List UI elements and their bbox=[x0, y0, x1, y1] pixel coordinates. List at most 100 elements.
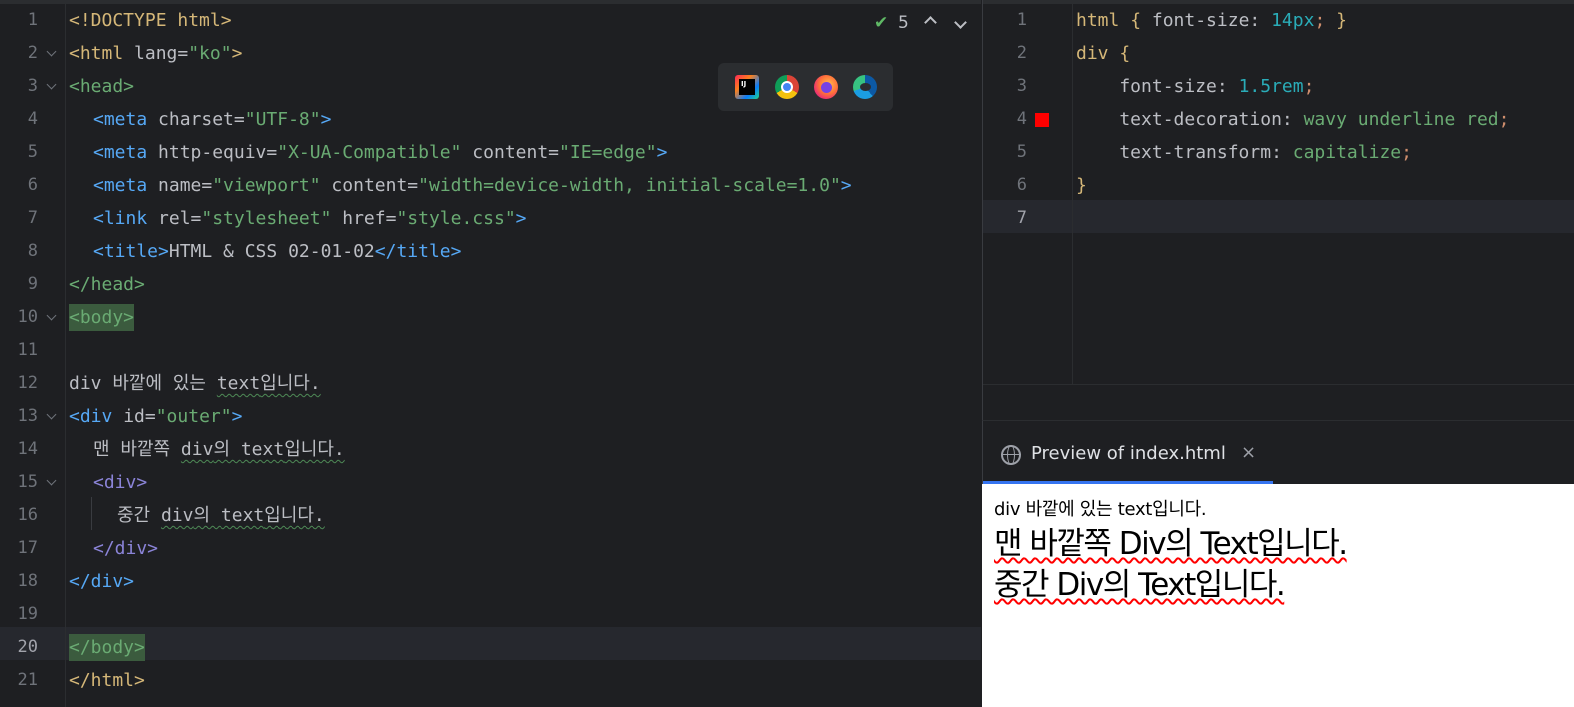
edge-icon[interactable] bbox=[853, 75, 877, 99]
code-text: <title>HTML & CSS 02-01-02</title> bbox=[93, 241, 462, 262]
line-number: 20 bbox=[17, 637, 38, 657]
code-text: font-size: 1.5rem; bbox=[1076, 76, 1315, 97]
line-number: 1 bbox=[27, 10, 38, 30]
code-text: text-transform: capitalize; bbox=[1076, 142, 1412, 163]
globe-icon bbox=[1001, 445, 1021, 465]
code-line[interactable]: 14 맨 바깥쪽 div의 text입니다. bbox=[0, 433, 981, 466]
code-text: <meta http-equiv="X-UA-Compatible" conte… bbox=[93, 142, 668, 163]
fold-chevron-icon[interactable] bbox=[47, 49, 56, 58]
line-number: 3 bbox=[1016, 76, 1027, 96]
line-number: 10 bbox=[17, 307, 38, 327]
line-number: 18 bbox=[17, 571, 38, 591]
chevron-up-icon bbox=[924, 16, 937, 29]
line-number: 11 bbox=[17, 340, 38, 360]
code-line[interactable]: 3 font-size: 1.5rem; bbox=[983, 70, 1574, 103]
outside-text: div 바깥에 있는 text입니다. bbox=[994, 499, 1207, 520]
css-editor[interactable]: 1 html { font-size: 14px; } 2 div { 3 fo… bbox=[982, 0, 1574, 420]
inspection-count: 5 bbox=[898, 13, 909, 33]
line-number: 13 bbox=[17, 406, 38, 426]
preview-tab-bar: Preview of index.html × bbox=[982, 420, 1574, 485]
code-text: <link rel="stylesheet" href="style.css"> bbox=[93, 208, 527, 229]
code-line[interactable]: 12 div 바깥에 있는 text입니다. bbox=[0, 367, 981, 400]
code-text: </html> bbox=[69, 670, 145, 691]
code-text: <div id="outer"> bbox=[69, 406, 243, 427]
line-number: 17 bbox=[17, 538, 38, 558]
next-problem-button[interactable] bbox=[954, 12, 967, 31]
intellij-icon[interactable]: IJ bbox=[735, 75, 759, 99]
chevron-down-icon bbox=[954, 16, 967, 29]
line-number: 19 bbox=[17, 604, 38, 624]
firefox-icon[interactable] bbox=[814, 75, 838, 99]
previous-problem-button[interactable] bbox=[924, 12, 937, 31]
line-number: 1 bbox=[1016, 10, 1027, 30]
tab-preview[interactable]: Preview of index.html × bbox=[983, 421, 1273, 485]
code-line[interactable]: 1 <!DOCTYPE html> bbox=[0, 4, 981, 37]
code-text: <meta name="viewport" content="width=dev… bbox=[93, 175, 852, 196]
line-number: 5 bbox=[1016, 142, 1027, 162]
code-text: html { font-size: 14px; } bbox=[1076, 10, 1347, 31]
code-text: <div> bbox=[93, 472, 148, 493]
code-line[interactable]: 20 </body> bbox=[0, 631, 981, 664]
code-text: </div> bbox=[69, 571, 135, 592]
code-text: </head> bbox=[69, 274, 145, 295]
code-line[interactable]: 15 <div> bbox=[0, 466, 981, 499]
code-line[interactable]: 5 <meta http-equiv="X-UA-Compatible" con… bbox=[0, 136, 981, 169]
fold-chevron-icon[interactable] bbox=[47, 313, 56, 322]
line-number: 21 bbox=[17, 670, 38, 690]
code-line[interactable]: 8 <title>HTML & CSS 02-01-02</title> bbox=[0, 235, 981, 268]
line-number: 4 bbox=[1016, 109, 1027, 129]
code-line[interactable]: 7 bbox=[983, 202, 1574, 235]
code-line[interactable]: 10 <body> bbox=[0, 301, 981, 334]
color-swatch-icon[interactable] bbox=[1035, 113, 1049, 127]
close-icon[interactable]: × bbox=[1241, 442, 1256, 463]
preview-page: div 바깥에 있는 text입니다. 맨 바깥쪽 Div의 Text입니다. … bbox=[982, 484, 1574, 707]
html-editor[interactable]: 1 <!DOCTYPE html> 2 <html lang="ko"> 3 <… bbox=[0, 0, 981, 707]
fold-chevron-icon[interactable] bbox=[47, 478, 56, 487]
outer-div-text: 맨 바깥쪽 Div의 Text입니다. bbox=[994, 526, 1348, 562]
code-line[interactable]: 4 text-decoration: wavy underline red; bbox=[983, 103, 1574, 136]
fold-chevron-icon[interactable] bbox=[47, 412, 56, 421]
code-text: </div> bbox=[93, 538, 159, 559]
code-line[interactable]: 11 bbox=[0, 334, 981, 367]
code-text: <html lang="ko"> bbox=[69, 43, 243, 64]
line-number: 8 bbox=[27, 241, 38, 261]
code-line[interactable]: 1 html { font-size: 14px; } bbox=[983, 4, 1574, 37]
code-line[interactable]: 18 </div> bbox=[0, 565, 981, 598]
line-number: 7 bbox=[1016, 208, 1027, 228]
code-text: </body> bbox=[69, 631, 145, 664]
code-text: <meta charset="UTF-8"> bbox=[93, 109, 332, 130]
code-line[interactable]: 5 text-transform: capitalize; bbox=[983, 136, 1574, 169]
code-line[interactable]: 16 중간 div의 text입니다. bbox=[0, 499, 981, 532]
line-number: 15 bbox=[17, 472, 38, 492]
code-line[interactable]: 6 <meta name="viewport" content="width=d… bbox=[0, 169, 981, 202]
code-line[interactable]: 9 </head> bbox=[0, 268, 981, 301]
tab-label: Preview of index.html bbox=[1031, 443, 1226, 464]
code-text: <body> bbox=[69, 301, 135, 334]
inspection-widget[interactable]: ✔ 5 bbox=[872, 10, 982, 36]
code-line[interactable]: 2 div { bbox=[983, 37, 1574, 70]
matched-tag-highlight: </body> bbox=[69, 634, 145, 661]
code-text: text-decoration: wavy underline red; bbox=[1076, 109, 1510, 130]
code-text: <!DOCTYPE html> bbox=[69, 10, 232, 31]
code-text: div { bbox=[1076, 43, 1131, 64]
code-line[interactable]: 17 </div> bbox=[0, 532, 981, 565]
middle-div-text: 중간 Div의 Text입니다. bbox=[994, 567, 1286, 603]
code-text: div 바깥에 있는 text입니다. bbox=[69, 373, 321, 394]
open-in-browser-bar: IJ bbox=[718, 63, 893, 111]
line-number: 12 bbox=[17, 373, 38, 393]
code-line[interactable]: 6 } bbox=[983, 169, 1574, 202]
line-number: 3 bbox=[27, 76, 38, 96]
matched-tag-highlight: <body> bbox=[69, 304, 135, 331]
code-line[interactable]: 19 bbox=[0, 598, 981, 631]
line-number: 5 bbox=[27, 142, 38, 162]
check-icon[interactable]: ✔ bbox=[874, 13, 888, 33]
code-text: } bbox=[1076, 175, 1087, 196]
code-text: 중간 div의 text입니다. bbox=[117, 505, 325, 526]
code-line[interactable]: 7 <link rel="stylesheet" href="style.css… bbox=[0, 202, 981, 235]
line-number: 9 bbox=[27, 274, 38, 294]
code-line[interactable]: 13 <div id="outer"> bbox=[0, 400, 981, 433]
code-line[interactable]: 21 </html> bbox=[0, 664, 981, 697]
line-number: 6 bbox=[1016, 175, 1027, 195]
fold-chevron-icon[interactable] bbox=[47, 82, 56, 91]
chrome-icon[interactable] bbox=[775, 75, 799, 99]
